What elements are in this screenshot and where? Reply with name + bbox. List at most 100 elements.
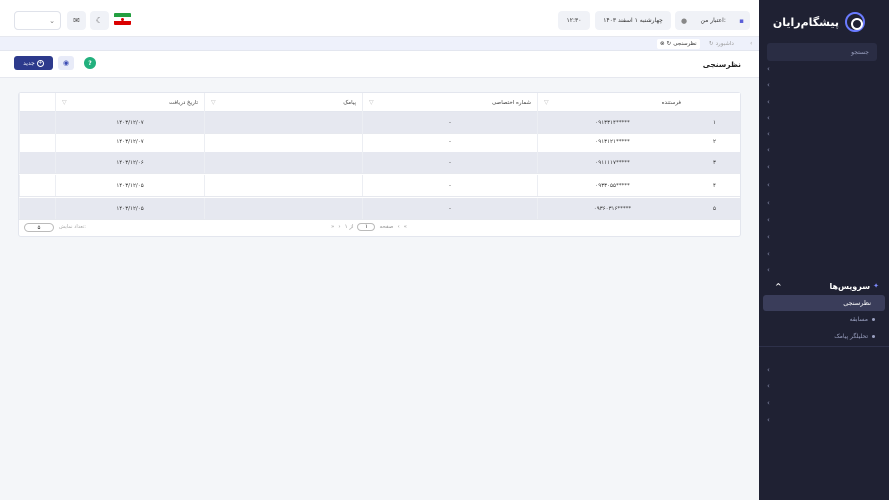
cell-sender: ۰۹۳۳۰۵۵***** — [537, 175, 687, 196]
sidebar-subitem-label: مسابقه — [849, 315, 868, 323]
user-dropdown[interactable]: ⌄ — [14, 11, 61, 30]
table-row[interactable]: ۴ ۰۹۳۳۰۵۵***** - ۱۴۰۳/۱۲/۰۵ — [19, 175, 740, 197]
sidebar-item[interactable]: ‹ — [767, 80, 881, 90]
sidebar-item[interactable]: ‹ — [767, 180, 881, 190]
cell-private-number: - — [362, 198, 537, 219]
filter-icon[interactable]: ▽ — [62, 99, 67, 106]
sidebar-item[interactable]: ‹ — [767, 129, 881, 139]
cell-index: ۱ — [713, 119, 716, 126]
sidebar-item[interactable]: ‹ — [767, 398, 881, 408]
sidebar-subitem-contest[interactable]: مسابقه — [850, 314, 875, 324]
cell-date: ۱۴۰۳/۱۲/۰۶ — [55, 152, 204, 173]
filter-icon[interactable]: ▽ — [211, 99, 216, 106]
close-icon[interactable]: ⊗ — [660, 41, 665, 47]
table-row[interactable]: ۵ ۰۹۳۶۰۳۱۶***** - ۱۴۰۳/۱۲/۰۵ — [19, 198, 740, 220]
chevron-left-icon: ‹ — [750, 40, 753, 47]
chevron-left-icon: ‹ — [767, 65, 770, 73]
sidebar-subitem-survey[interactable]: نظرسنجی — [763, 295, 885, 311]
credit-label: اعتبار من: — [700, 17, 726, 24]
brand[interactable]: پیشگام‌رایان — [773, 12, 865, 32]
page-number-input[interactable]: ۱ — [357, 223, 376, 231]
last-page-icon[interactable]: » — [331, 224, 334, 230]
first-page-icon[interactable]: « — [404, 224, 407, 230]
column-header-label: فرستنده — [661, 99, 681, 106]
page-size-select[interactable]: ۵ — [24, 223, 54, 232]
filter-icon[interactable]: ▽ — [544, 99, 549, 106]
sidebar-item[interactable]: ‹ — [767, 97, 881, 107]
sidebar-subitem-sms-analyzer[interactable]: تحلیلگر پیامک — [834, 331, 875, 341]
breadcrumb-current[interactable]: ⊗ ↻ نظرسنجی — [657, 39, 700, 49]
sidebar-item[interactable]: ‹ — [767, 232, 881, 242]
chevron-left-icon: ‹ — [767, 181, 770, 189]
sidebar-item[interactable]: ‹ — [767, 64, 881, 74]
credit-widget[interactable]: ● اعتبار من: ▪ — [675, 11, 750, 30]
refresh-icon: ↻ — [709, 41, 714, 47]
column-header-sms[interactable]: ▽ پیامک — [204, 93, 362, 112]
cell-sender: ۰۹۱۱۱۱۷***** — [537, 152, 687, 173]
cell-actions — [19, 152, 55, 173]
eye-icon[interactable]: ◉ — [58, 56, 74, 70]
iran-flag-icon[interactable] — [114, 13, 131, 25]
chevron-left-icon: ‹ — [767, 382, 770, 390]
page-controls: » › از ۱ ۱ صفحه ‹ « — [331, 223, 407, 231]
chevron-left-icon: ‹ — [767, 114, 770, 122]
plus-icon: + — [36, 59, 44, 67]
sidebar-item[interactable]: ‹ — [767, 113, 881, 123]
date-display: چهارشنبه ۱ اسفند ۱۴۰۳ — [595, 11, 671, 30]
table-row[interactable]: ۳ ۰۹۱۱۱۱۷***** - ۱۴۰۳/۱۲/۰۶ — [19, 152, 740, 174]
sidebar-item[interactable]: ‹ — [767, 162, 881, 172]
cell-sms — [204, 112, 362, 133]
page-label: صفحه — [379, 224, 394, 230]
column-header-actions — [19, 93, 55, 112]
column-header-received-date[interactable]: ▽ تاریخ دریافت — [55, 93, 204, 112]
column-header-private-number[interactable]: ▽ شماره اختصاصی — [362, 93, 537, 112]
breadcrumb-current-label: نظرسنجی — [673, 41, 697, 47]
breadcrumb-home[interactable]: ↻ داشبورد — [709, 39, 734, 49]
sidebar: پیشگام‌رایان جستجو ‹ ‹ ‹ ‹ ‹ ‹ ‹ ‹ ‹ ‹ ‹… — [759, 0, 889, 500]
column-header-sender[interactable]: ▽ فرستنده — [537, 93, 687, 112]
cell-index: ۲ — [713, 138, 716, 145]
cell-sms — [204, 131, 362, 152]
chevron-left-icon: ‹ — [767, 399, 770, 407]
sidebar-subitem-label: تحلیلگر پیامک — [834, 332, 868, 340]
sidebar-search-input[interactable]: جستجو — [767, 43, 877, 61]
cell-actions — [19, 131, 55, 152]
info-icon: ● — [681, 16, 688, 25]
sidebar-item[interactable]: ‹ — [767, 249, 881, 259]
prev-page-icon[interactable]: ‹ — [397, 224, 399, 230]
cell-private-number: - — [362, 152, 537, 173]
sidebar-item[interactable]: ‹ — [767, 365, 881, 375]
sidebar-item[interactable]: ‹ — [767, 415, 881, 425]
table-row[interactable]: ۲ ۰۹۱۳۱۲۱***** - ۱۴۰۳/۱۲/۰۷ — [19, 131, 740, 153]
column-header-label: تاریخ دریافت — [168, 99, 198, 106]
cell-private-number: - — [362, 131, 537, 152]
new-button[interactable]: جدید + — [14, 56, 53, 70]
mail-icon[interactable]: ✉ — [67, 11, 86, 30]
next-page-icon[interactable]: › — [338, 224, 340, 230]
column-header-index — [687, 93, 742, 112]
chevron-left-icon: ‹ — [767, 146, 770, 154]
filter-icon[interactable]: ▽ — [369, 99, 374, 106]
cell-index: ۵ — [713, 205, 716, 212]
brand-name: پیشگام‌رایان — [772, 15, 839, 29]
cell-sender: ۰۹۱۳۱۲۱***** — [537, 131, 687, 152]
pagination: ۵ تعداد نمایش: » › از ۱ ۱ صفحه ‹ « — [19, 222, 740, 236]
chevron-left-icon: ‹ — [767, 216, 770, 224]
column-header-label: پیامک — [343, 99, 356, 106]
sidebar-group-services[interactable]: ^ سرویس‌ها ✦ — [767, 278, 881, 294]
moon-icon[interactable]: ☾ — [90, 11, 109, 30]
page-title: نظرسنجی — [702, 60, 741, 69]
chevron-left-icon: ‹ — [767, 416, 770, 424]
sidebar-item[interactable]: ‹ — [767, 381, 881, 391]
sidebar-item[interactable]: ‹ — [767, 198, 881, 208]
breadcrumb-home-label: داشبورد — [715, 41, 734, 47]
chevron-left-icon: ‹ — [767, 98, 770, 106]
sidebar-item[interactable]: ‹ — [767, 145, 881, 155]
sidebar-item[interactable]: ‹ — [767, 215, 881, 225]
breadcrumb: ‹ ↻ داشبورد ⊗ ↻ نظرسنجی — [0, 37, 759, 51]
refresh-icon[interactable]: ↻ — [667, 41, 672, 47]
chevron-left-icon: ‹ — [767, 366, 770, 374]
help-icon[interactable]: ? — [84, 57, 96, 69]
sidebar-item[interactable]: ‹ — [767, 265, 881, 275]
cell-sms — [204, 198, 362, 219]
